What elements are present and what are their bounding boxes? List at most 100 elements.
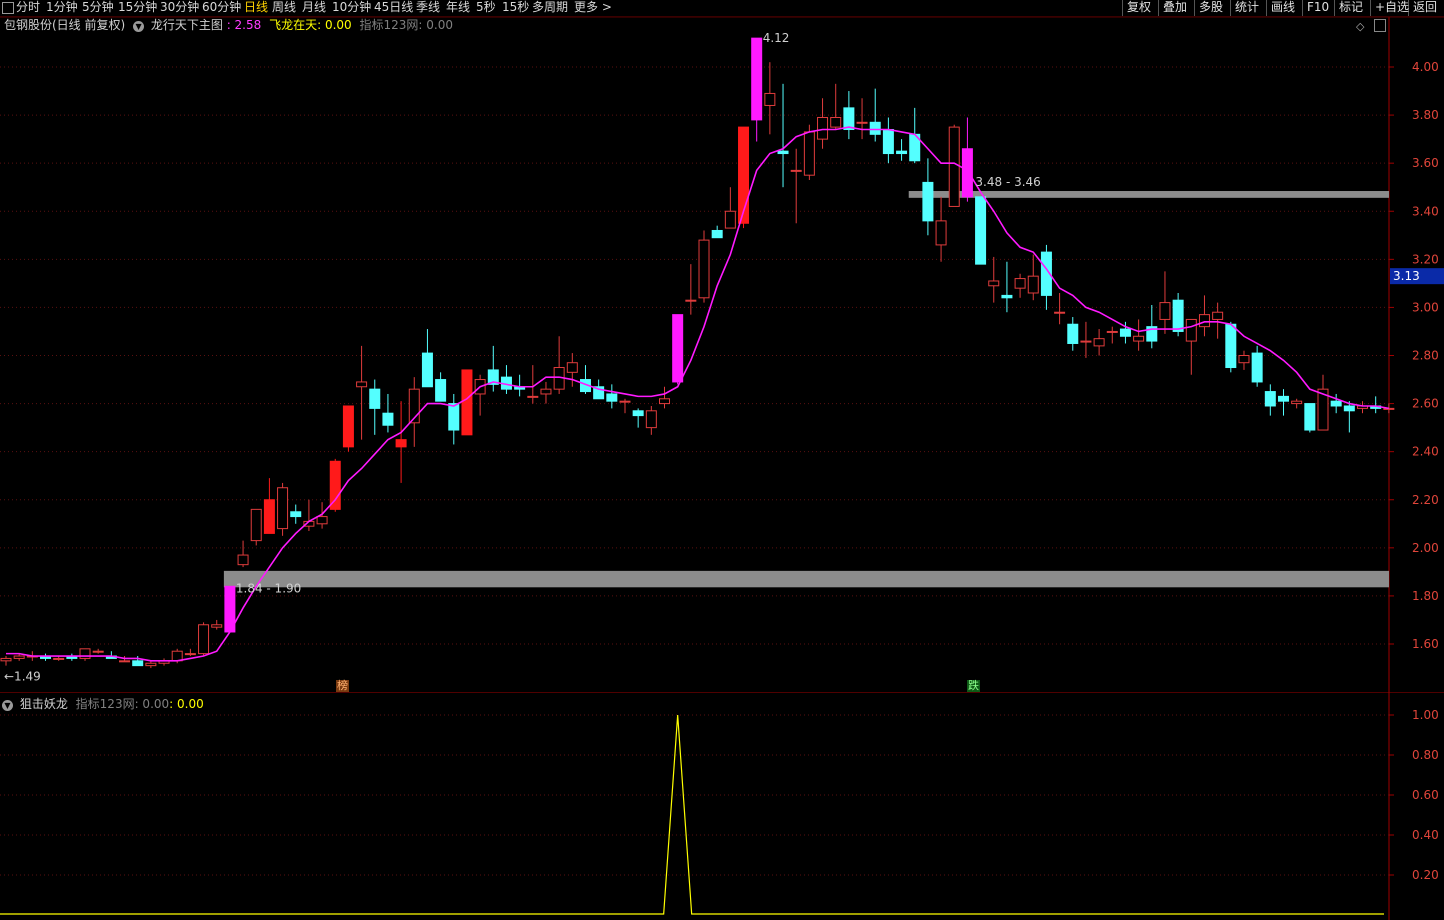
y-tick-label: 1.60	[1412, 637, 1439, 651]
candle	[1343, 401, 1355, 433]
toolbar-button-2[interactable]: 多股	[1194, 0, 1227, 16]
candle	[645, 405, 657, 435]
candle	[751, 37, 763, 142]
sub-y-tick-label: 1.00	[1412, 708, 1439, 722]
tab-12[interactable]: 年线	[446, 0, 470, 16]
candle	[659, 386, 670, 409]
y-tick-label: 3.60	[1412, 156, 1439, 170]
candle	[711, 225, 723, 239]
toolbar-button-4[interactable]: 画线	[1266, 0, 1299, 16]
tab-4[interactable]: 30分钟	[160, 0, 199, 16]
candle	[606, 384, 618, 409]
tab-6[interactable]: 日线	[244, 0, 268, 16]
candle	[263, 478, 275, 534]
candle-body	[711, 229, 723, 239]
candle	[698, 230, 710, 303]
candle	[158, 658, 170, 666]
y-tick-label: 3.80	[1412, 108, 1439, 122]
candle-body	[1133, 335, 1145, 342]
candle	[474, 374, 486, 416]
tab-2[interactable]: 5分钟	[82, 0, 114, 16]
candle	[790, 148, 802, 224]
candle	[553, 336, 565, 394]
tab-7[interactable]: 周线	[272, 0, 296, 16]
candle-body	[988, 280, 1000, 287]
candle-body	[395, 439, 407, 448]
y-tick-label: 1.80	[1412, 589, 1439, 603]
close-icon[interactable]	[2, 2, 14, 14]
candle	[540, 381, 552, 404]
candle	[92, 648, 104, 654]
candle	[421, 329, 433, 388]
candle	[909, 107, 921, 164]
candle	[487, 345, 499, 392]
candle	[1357, 401, 1369, 414]
candle-body	[540, 388, 552, 395]
candle-body	[1027, 275, 1039, 294]
sub-indicator-chart: 0.20 0.40 0.60 0.80 1.00	[0, 693, 1439, 920]
candle	[500, 365, 512, 394]
candle	[435, 372, 447, 402]
candlestick-chart: 1.60 1.80 2.00 2.20 2.40 2.60 2.80 3.00 3.20 3.40…	[0, 17, 1444, 693]
candle	[1067, 317, 1079, 351]
tab-1[interactable]: 1分钟	[46, 0, 78, 16]
toolbar-button-3[interactable]: 统计	[1230, 0, 1263, 16]
candle	[382, 393, 394, 433]
candle	[184, 648, 196, 657]
sell-signal-label: 跌	[967, 679, 980, 692]
candle	[1146, 305, 1158, 349]
candle-body	[1304, 403, 1316, 431]
candle	[830, 83, 842, 130]
candle	[461, 369, 473, 436]
toolbar-button-5[interactable]: F10	[1302, 0, 1333, 16]
candle	[408, 377, 420, 447]
tab-13[interactable]: 5秒	[476, 0, 496, 16]
signal-line	[0, 714, 1384, 915]
tab-14[interactable]: 15秒	[502, 0, 529, 16]
candle-body	[856, 121, 868, 124]
candle	[777, 83, 789, 188]
tab-10[interactable]: 45日线	[374, 0, 413, 16]
candle-body	[1343, 405, 1355, 412]
candle	[988, 256, 1000, 303]
candle	[685, 264, 697, 315]
candle	[1093, 329, 1105, 356]
toolbar-button-1[interactable]: 叠加	[1158, 0, 1191, 16]
tab-16[interactable]: 更多 >	[574, 0, 612, 16]
candle	[1370, 396, 1382, 414]
candle-body	[1014, 278, 1026, 289]
candle	[211, 619, 223, 630]
high-label: 4.12	[763, 31, 790, 45]
toolbar-button-6[interactable]: 标记	[1334, 0, 1367, 16]
candle-body	[79, 648, 91, 659]
tab-8[interactable]: 月线	[302, 0, 326, 16]
candle-body	[1291, 400, 1303, 405]
tab-5[interactable]: 60分钟	[202, 0, 241, 16]
tab-11[interactable]: 季线	[416, 0, 440, 16]
candle	[66, 653, 78, 661]
tab-15[interactable]: 多周期	[532, 0, 568, 16]
candle-body	[843, 107, 855, 131]
sub-y-tick-label: 0.20	[1412, 868, 1439, 882]
candle-body	[1054, 311, 1066, 314]
candle-body	[1238, 355, 1250, 364]
candle-body	[1264, 391, 1276, 407]
tab-3[interactable]: 15分钟	[118, 0, 157, 16]
candle	[369, 379, 381, 435]
toolbar-button-0[interactable]: 复权	[1122, 0, 1155, 16]
candle	[817, 98, 829, 149]
y-tick-label: 3.00	[1412, 300, 1439, 314]
candle-body	[869, 121, 881, 135]
candle	[1291, 398, 1303, 409]
candle-body	[1198, 314, 1210, 328]
candle	[1159, 271, 1171, 334]
candle	[395, 401, 407, 483]
tab-9[interactable]: 10分钟	[332, 0, 371, 16]
toolbar-button-7[interactable]: +自选	[1370, 0, 1413, 16]
candle-body	[184, 653, 196, 656]
candle	[672, 314, 684, 385]
candle-body	[672, 314, 684, 383]
tab-0[interactable]: 分时	[16, 0, 40, 16]
candle-body	[119, 660, 131, 663]
candle-body	[751, 37, 763, 121]
